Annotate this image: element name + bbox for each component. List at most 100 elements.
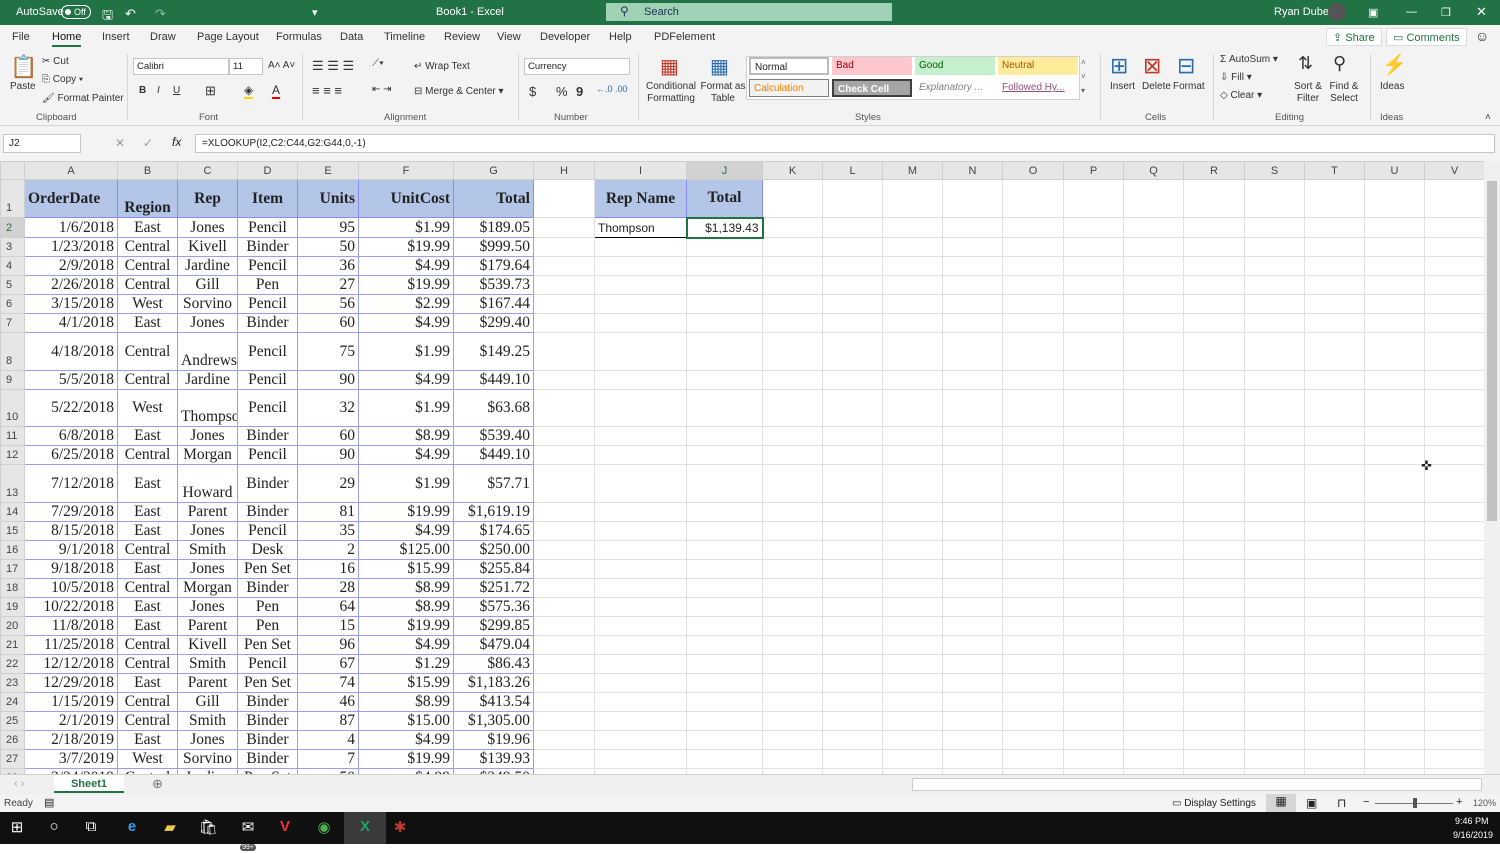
cell-O27[interactable] <box>1002 749 1064 769</box>
format-cells-icon[interactable]: ⊟ <box>1177 53 1195 79</box>
column-header-u[interactable]: U <box>1364 161 1425 180</box>
autosum-button[interactable]: Σ AutoSum ▾ <box>1220 54 1278 65</box>
cell-B23[interactable]: East <box>117 673 178 693</box>
cell-Q4[interactable] <box>1123 256 1184 276</box>
cell-P1[interactable] <box>1063 179 1124 218</box>
cell-A23[interactable]: 12/29/2018 <box>24 673 118 693</box>
cell-L1[interactable] <box>822 179 883 218</box>
cell-E21[interactable]: 96 <box>297 635 359 655</box>
style-normal[interactable]: Normal <box>749 57 829 75</box>
cell-V9[interactable] <box>1424 370 1484 390</box>
cell-S19[interactable] <box>1244 597 1305 617</box>
cell-G15[interactable]: $174.65 <box>453 521 534 541</box>
style-good[interactable]: Good <box>915 57 995 75</box>
cell-V17[interactable] <box>1424 559 1484 579</box>
number-format-select[interactable]: Currency <box>524 58 630 75</box>
cell-D2[interactable]: Pencil <box>237 217 298 238</box>
cell-P19[interactable] <box>1063 597 1124 617</box>
cell-O12[interactable] <box>1002 445 1064 465</box>
cell-M2[interactable] <box>882 217 943 238</box>
cell-U12[interactable] <box>1364 445 1425 465</box>
cell-Q6[interactable] <box>1123 294 1184 314</box>
cell-J1[interactable]: Total <box>686 179 763 218</box>
cell-F10[interactable]: $1.99 <box>358 389 454 427</box>
cell-T11[interactable] <box>1304 426 1365 446</box>
tab-file[interactable]: File <box>12 31 30 43</box>
cell-A10[interactable]: 5/22/2018 <box>24 389 118 427</box>
cell-E4[interactable]: 36 <box>297 256 359 276</box>
new-sheet-icon[interactable]: ⊕ <box>152 776 163 792</box>
cell-D15[interactable]: Pencil <box>237 521 298 541</box>
cell-D10[interactable]: Pencil <box>237 389 298 427</box>
cell-N8[interactable] <box>942 332 1003 371</box>
cell-K8[interactable] <box>762 332 823 371</box>
paste-icon[interactable]: 📋 <box>10 54 37 80</box>
cell-Q27[interactable] <box>1123 749 1184 769</box>
cell-U11[interactable] <box>1364 426 1425 446</box>
cell-S18[interactable] <box>1244 578 1305 598</box>
cell-Q10[interactable] <box>1123 389 1184 427</box>
row-header[interactable]: 21 <box>0 635 25 655</box>
cell-L5[interactable] <box>822 275 883 295</box>
cell-D11[interactable]: Binder <box>237 426 298 446</box>
cell-N6[interactable] <box>942 294 1003 314</box>
cell-L27[interactable] <box>822 749 883 769</box>
cell-K18[interactable] <box>762 578 823 598</box>
cell-R21[interactable] <box>1183 635 1245 655</box>
cell-T12[interactable] <box>1304 445 1365 465</box>
cell-O20[interactable] <box>1002 616 1064 636</box>
style-neutral[interactable]: Neutral <box>998 57 1078 75</box>
cell-A16[interactable]: 9/1/2018 <box>24 540 118 560</box>
underline-button[interactable]: U <box>173 85 180 96</box>
style-calculation[interactable]: Calculation <box>749 79 829 97</box>
cell-R10[interactable] <box>1183 389 1245 427</box>
cell-P22[interactable] <box>1063 654 1124 674</box>
cell-S15[interactable] <box>1244 521 1305 541</box>
cell-F24[interactable]: $8.99 <box>358 692 454 712</box>
cell-C6[interactable]: Sorvino <box>177 294 238 314</box>
cell-F15[interactable]: $4.99 <box>358 521 454 541</box>
cell-A6[interactable]: 3/15/2018 <box>24 294 118 314</box>
enter-icon[interactable]: ✓ <box>143 136 153 150</box>
cell-I12[interactable] <box>594 445 687 465</box>
cell-M10[interactable] <box>882 389 943 427</box>
cell-H3[interactable] <box>533 237 595 257</box>
cell-S2[interactable] <box>1244 217 1305 238</box>
cell-H21[interactable] <box>533 635 595 655</box>
cell-P5[interactable] <box>1063 275 1124 295</box>
cell-H20[interactable] <box>533 616 595 636</box>
cell-C8[interactable]: Andrews <box>177 332 238 371</box>
cell-H7[interactable] <box>533 313 595 333</box>
merge-center-button[interactable]: ⊟ Merge & Center ▾ <box>414 86 504 97</box>
formula-input[interactable]: =XLOOKUP(I2,C2:C44,G2:G44,0,-1) <box>195 134 1495 153</box>
cell-A4[interactable]: 2/9/2018 <box>24 256 118 276</box>
row-header[interactable]: 13 <box>0 464 25 503</box>
smiley-icon[interactable]: ☺ <box>1475 28 1489 44</box>
cell-O24[interactable] <box>1002 692 1064 712</box>
cell-B5[interactable]: Central <box>117 275 178 295</box>
sort-filter-button[interactable]: Sort & Filter <box>1292 81 1324 105</box>
cell-R15[interactable] <box>1183 521 1245 541</box>
cell-N1[interactable] <box>942 179 1003 218</box>
store-icon[interactable]: 🛍 <box>197 818 219 838</box>
cell-I3[interactable] <box>594 237 687 257</box>
cell-K25[interactable] <box>762 711 823 731</box>
cell-A2[interactable]: 1/6/2018 <box>24 217 118 238</box>
cell-K9[interactable] <box>762 370 823 390</box>
column-header-q[interactable]: Q <box>1123 161 1184 180</box>
cell-H12[interactable] <box>533 445 595 465</box>
cell-M22[interactable] <box>882 654 943 674</box>
cell-L6[interactable] <box>822 294 883 314</box>
cell-L9[interactable] <box>822 370 883 390</box>
cell-Q24[interactable] <box>1123 692 1184 712</box>
cell-C20[interactable]: Parent <box>177 616 238 636</box>
cell-M9[interactable] <box>882 370 943 390</box>
zoom-slider-thumb[interactable] <box>1413 798 1417 808</box>
cell-D21[interactable]: Pen Set <box>237 635 298 655</box>
cell-C26[interactable]: Jones <box>177 730 238 750</box>
cell-K20[interactable] <box>762 616 823 636</box>
cell-C24[interactable]: Gill <box>177 692 238 712</box>
row-header[interactable]: 5 <box>0 275 25 295</box>
cell-G14[interactable]: $1,619.19 <box>453 502 534 522</box>
cell-J14[interactable] <box>686 502 763 522</box>
